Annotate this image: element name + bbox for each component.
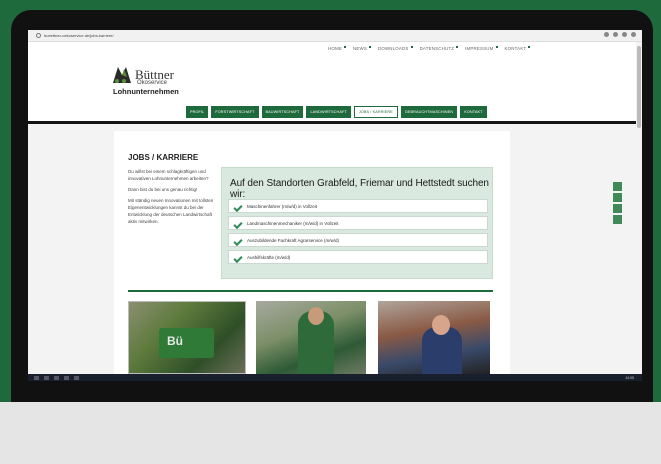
topnav-datenschutz[interactable]: DATENSCHUTZ — [420, 46, 459, 51]
browser-icon[interactable] — [74, 375, 79, 380]
worker-head — [308, 307, 324, 325]
jobs-panel: Auf den Standorten Grabfeld, Friemar und… — [221, 167, 493, 279]
facebook-icon[interactable] — [613, 182, 622, 191]
instagram-icon[interactable] — [613, 204, 622, 213]
intro-paragraph: Dann bist du bei uns genau richtig! — [128, 187, 198, 192]
monitor-chin — [0, 402, 661, 464]
nav-jobs-karriere[interactable]: JOBS / KARRIERE — [353, 106, 398, 118]
job-label: Landmaschinenmechaniker (m/w/d) in Vollz… — [247, 220, 339, 226]
browser-screen: bueettner-oekoservice.de/jobs-karriere/ … — [28, 30, 642, 374]
nav-gebrauchtmaschinen[interactable]: GEBRAUCHTMASCHINEN — [400, 106, 458, 118]
taskview-icon[interactable] — [54, 375, 59, 380]
job-label: Auszubildende Fachkraft Agrarservice (m/… — [247, 237, 340, 243]
explorer-icon[interactable] — [64, 375, 69, 380]
check-icon — [234, 204, 241, 209]
globe-icon — [36, 33, 41, 38]
company-logo[interactable]: Büttner Ökoservice Lohnunternehmen — [113, 63, 203, 103]
mechanic-photo[interactable] — [378, 301, 490, 374]
profile-icon[interactable] — [622, 32, 627, 37]
mechanic-head — [432, 315, 450, 335]
scrollbar[interactable] — [636, 42, 642, 374]
clock: 14:05 — [625, 375, 634, 380]
youtube-icon[interactable] — [613, 215, 622, 224]
intro-paragraph: Mit ständig neuen Innovationen mit tolls… — [128, 198, 214, 224]
nav-landwirtschaft[interactable]: LANDWIRTSCHAFT — [306, 106, 351, 118]
extension-icon[interactable] — [613, 32, 618, 37]
topnav-news[interactable]: NEWS — [353, 46, 371, 51]
tractor-shape — [159, 328, 214, 358]
check-icon — [234, 255, 241, 260]
section-divider — [128, 290, 493, 292]
job-label: Aushilfskräfte (m/w/d) — [247, 254, 291, 260]
main-nav: PROFIL FORSTWIRTSCHAFT BAUWIRTSCHAFT LAN… — [186, 106, 487, 118]
check-icon — [234, 221, 241, 226]
nav-kontakt[interactable]: KONTAKT — [460, 106, 487, 118]
tractor-photo[interactable] — [128, 301, 246, 374]
check-icon — [234, 238, 241, 243]
job-item[interactable]: Aushilfskräfte (m/w/d) — [228, 250, 488, 264]
nav-bauwirtschaft[interactable]: BAUWIRTSCHAFT — [261, 106, 304, 118]
topnav-impressum[interactable]: IMPRESSUM — [465, 46, 497, 51]
logo-tagline: Lohnunternehmen — [113, 87, 179, 96]
star-icon[interactable] — [604, 32, 609, 37]
url-text[interactable]: bueettner-oekoservice.de/jobs-karriere/ — [44, 33, 114, 38]
logo-mark-icon — [113, 67, 131, 83]
top-nav: HOME NEWS DOWNLOADS DATENSCHUTZ IMPRESSU… — [328, 46, 530, 51]
nav-profil[interactable]: PROFIL — [186, 106, 209, 118]
xing-icon[interactable] — [613, 193, 622, 202]
worker-photo[interactable] — [256, 301, 366, 374]
topnav-kontakt[interactable]: KONTAKT — [505, 46, 531, 51]
intro-text: Du willst bei einem schlagkräftigen und … — [128, 168, 216, 229]
intro-paragraph: Du willst bei einem schlagkräftigen und … — [128, 169, 209, 181]
scrollbar-thumb[interactable] — [637, 46, 641, 128]
search-icon[interactable] — [44, 375, 49, 380]
job-item[interactable]: Landmaschinenmechaniker (m/w/d) in Vollz… — [228, 216, 488, 230]
logo-sub: Ökoservice — [137, 80, 168, 86]
start-icon[interactable] — [34, 375, 39, 380]
job-item[interactable]: Maschinenfahrer (m/w/d) in Vollzeit — [228, 199, 488, 213]
topnav-home[interactable]: HOME — [328, 46, 346, 51]
nav-forstwirtschaft[interactable]: FORSTWIRTSCHAFT — [211, 106, 259, 118]
job-item[interactable]: Auszubildende Fachkraft Agrarservice (m/… — [228, 233, 488, 247]
page-title: JOBS / KARRIERE — [128, 153, 199, 162]
taskbar: 14:05 — [28, 374, 642, 381]
social-sidebar — [613, 182, 622, 224]
job-label: Maschinenfahrer (m/w/d) in Vollzeit — [247, 203, 318, 209]
menu-icon[interactable] — [631, 32, 636, 37]
jobs-title: Auf den Standorten Grabfeld, Friemar und… — [230, 178, 489, 200]
topnav-downloads[interactable]: DOWNLOADS — [378, 46, 413, 51]
address-bar[interactable]: bueettner-oekoservice.de/jobs-karriere/ — [28, 30, 642, 42]
